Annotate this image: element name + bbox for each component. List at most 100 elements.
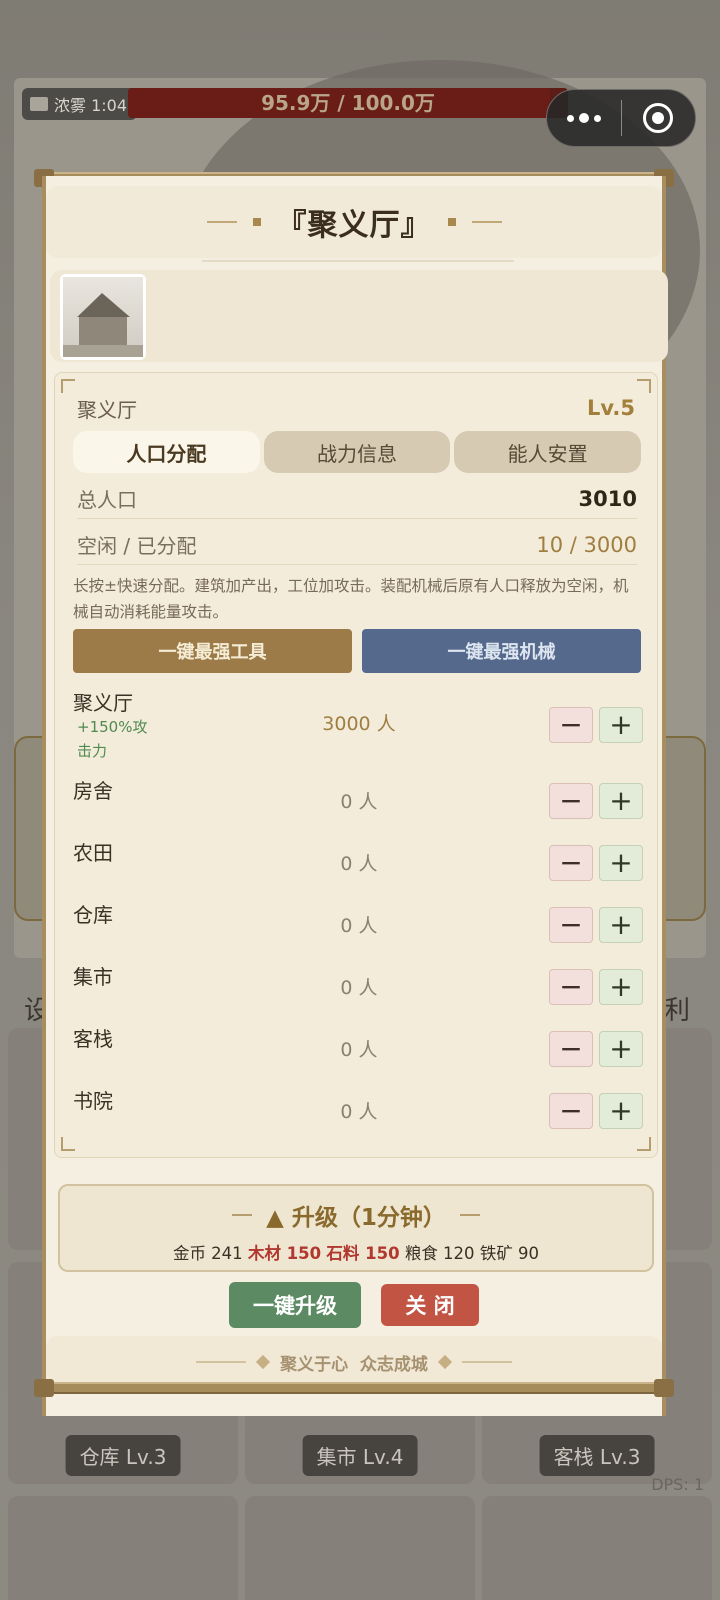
motto-ornament-line <box>196 1361 247 1363</box>
increase-button[interactable]: + <box>599 1093 643 1129</box>
increase-button[interactable]: + <box>599 845 643 881</box>
idle-assigned-row: 空闲 / 已分配 10 / 3000 <box>77 525 637 565</box>
assignment-row: 房舍 0 人 − + <box>73 775 643 831</box>
target-icon <box>643 103 674 133</box>
assignment-row: 聚义厅 +150%攻击力 3000 人 − + <box>73 687 643 760</box>
assignment-name: 集市 <box>73 965 113 989</box>
total-population-label: 总人口 <box>77 488 137 512</box>
tile-label: 仓库 Lv.3 <box>65 1435 181 1476</box>
dps-label: DPS: 1 <box>651 1475 704 1494</box>
title-ornament-line <box>206 221 237 223</box>
building-modal: 『聚义厅』 聚义厅 Lv.5 人口分配 战力信息 能人安置 总人口 3010 空… <box>42 176 668 1416</box>
miniprogram-capsule <box>546 89 696 147</box>
header-divider <box>202 260 514 262</box>
assignment-name: 客栈 <box>73 1027 113 1051</box>
rod-cap <box>34 1379 54 1397</box>
assignment-count: 0 人 <box>340 1039 378 1061</box>
close-button[interactable]: 关 闭 <box>381 1284 479 1326</box>
motto-bar: 聚义于心 众志成城 <box>46 1336 662 1388</box>
cost-gold: 金币 241 <box>172 1244 243 1263</box>
assignment-count: 0 人 <box>340 853 378 875</box>
population-card: 聚义厅 Lv.5 人口分配 战力信息 能人安置 总人口 3010 空闲 / 已分… <box>54 372 658 1158</box>
corner-ornament <box>61 379 75 393</box>
modal-button-row: 一键升级 关 闭 <box>46 1282 662 1328</box>
building-info-header: 聚义厅 Lv.5 <box>77 393 635 423</box>
best-machinery-button[interactable]: 一键最强机械 <box>362 629 641 673</box>
decrease-button[interactable]: − <box>549 845 593 881</box>
increase-button[interactable]: + <box>599 969 643 1005</box>
total-population-value: 3010 <box>578 486 637 511</box>
total-population-row: 总人口 3010 <box>77 479 637 519</box>
assignment-count: 0 人 <box>340 791 378 813</box>
assignment-count: 3000 人 <box>322 713 396 735</box>
background-tile[interactable] <box>245 1496 475 1600</box>
quick-action-row: 一键最强工具 一键最强机械 <box>73 629 641 673</box>
modal-title: 『聚义厅』 <box>276 208 432 243</box>
rod-cap <box>654 1379 674 1397</box>
assignment-row: 仓库 0 人 − + <box>73 899 643 955</box>
more-button[interactable] <box>547 89 621 147</box>
upgrade-panel: ▲ 升级（1分钟） 金币 241 木材 150 石料 150 粮食 120 铁矿… <box>58 1184 654 1272</box>
title-ornament-dot <box>447 218 456 226</box>
increase-button[interactable]: + <box>599 783 643 819</box>
increase-button[interactable]: + <box>599 1031 643 1067</box>
title-ornament-line <box>471 221 502 223</box>
cost-stone: 石料 150 <box>326 1244 400 1263</box>
decrease-button[interactable]: − <box>549 1093 593 1129</box>
upgrade-title-row: ▲ 升级（1分钟） <box>60 1198 652 1232</box>
modal-header: 『聚义厅』 <box>46 186 662 258</box>
tab-talent-placement[interactable]: 能人安置 <box>454 431 642 473</box>
exit-button[interactable] <box>622 89 696 147</box>
increase-button[interactable]: + <box>599 907 643 943</box>
assignment-name: 房舍 <box>73 779 113 803</box>
assignment-row: 农田 0 人 − + <box>73 837 643 893</box>
diamond-icon <box>256 1354 271 1370</box>
background-tile[interactable] <box>8 1496 238 1600</box>
motto-text: 聚义于心 众志成城 <box>280 1354 428 1375</box>
idle-assigned-label: 空闲 / 已分配 <box>77 534 197 558</box>
allocation-hint: 长按±快速分配。建筑加产出，工位加攻击。装配机械后原有人口释放为空闲，机械自动消… <box>73 577 629 621</box>
increase-button[interactable]: + <box>599 707 643 743</box>
building-level: Lv.5 <box>587 396 635 420</box>
decrease-button[interactable]: − <box>549 969 593 1005</box>
fog-icon <box>30 97 48 111</box>
decrease-button[interactable]: − <box>549 783 593 819</box>
decrease-button[interactable]: − <box>549 1031 593 1067</box>
decrease-button[interactable]: − <box>549 907 593 943</box>
best-tools-button[interactable]: 一键最强工具 <box>73 629 352 673</box>
boss-hp-text: 95.9万 / 100.0万 <box>261 91 435 115</box>
title-ornament-dot <box>252 218 261 226</box>
upgrade-title: ▲ 升级（1分钟） <box>266 1205 446 1231</box>
assignment-row: 集市 0 人 − + <box>73 961 643 1017</box>
cost-grain: 粮食 120 <box>404 1244 475 1263</box>
assignment-count: 0 人 <box>340 915 378 937</box>
assignment-row: 客栈 0 人 − + <box>73 1023 643 1079</box>
assignment-count: 0 人 <box>340 1101 378 1123</box>
boss-hp-bar: 95.9万 / 100.0万 <box>128 88 568 118</box>
tab-combat-info[interactable]: 战力信息 <box>263 431 451 473</box>
upgrade-cost-list: 金币 241 木材 150 石料 150 粮食 120 铁矿 90 <box>60 1240 652 1264</box>
diamond-icon <box>437 1354 452 1370</box>
assignment-name: 农田 <box>73 841 113 865</box>
idle-assigned-value: 10 / 3000 <box>536 532 637 557</box>
assignment-name: 仓库 <box>73 903 113 927</box>
tab-population[interactable]: 人口分配 <box>73 431 260 473</box>
tile-label: 客栈 Lv.3 <box>539 1435 655 1476</box>
building-thumbnail[interactable] <box>60 274 146 360</box>
title-ornament-line <box>232 1214 253 1216</box>
decrease-button[interactable]: − <box>549 707 593 743</box>
assignment-row: 书院 0 人 − + <box>73 1085 643 1141</box>
assignment-bonus: +150%攻击力 <box>77 718 148 760</box>
background-tile[interactable] <box>482 1496 712 1600</box>
assignment-name: 聚义厅 <box>73 691 133 715</box>
more-dots-icon <box>566 113 601 123</box>
one-click-upgrade-button[interactable]: 一键升级 <box>229 1282 361 1328</box>
building-thumbnail-strip <box>50 270 668 362</box>
cost-iron: 铁矿 90 <box>479 1244 540 1263</box>
cost-wood: 木材 150 <box>247 1244 322 1263</box>
scroll-bottom-rod <box>34 1379 674 1397</box>
assignment-name: 书院 <box>73 1089 113 1113</box>
weather-status: 浓雾 1:04 <box>22 88 138 120</box>
tab-bar: 人口分配 战力信息 能人安置 <box>73 431 642 473</box>
weather-label: 浓雾 1:04 <box>54 96 128 115</box>
